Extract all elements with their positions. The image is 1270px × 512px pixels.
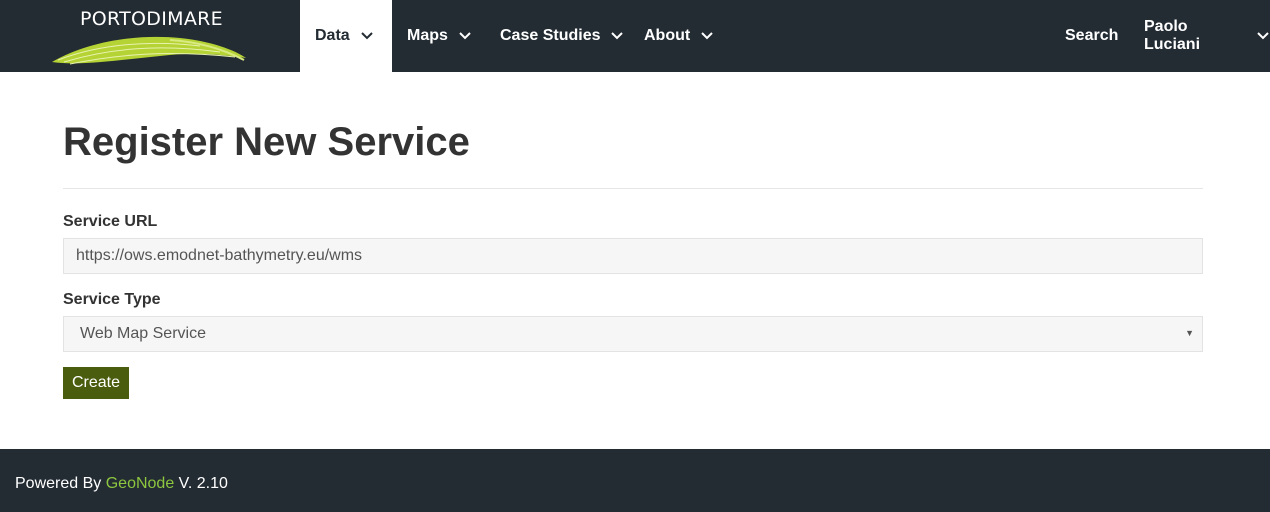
select-arrow-icon: ▼ — [1185, 328, 1194, 338]
footer-version: V. 2.10 — [174, 475, 228, 492]
footer-prefix: Powered By — [15, 475, 106, 492]
nav-case-studies-label: Case Studies — [500, 27, 601, 44]
site-logo-link[interactable]: PORTODIMARE — [0, 0, 300, 72]
nav-search-label: Search — [1065, 27, 1119, 44]
nav-search[interactable]: Search — [1065, 0, 1118, 72]
chevron-down-icon — [458, 31, 472, 41]
service-url-label: Service URL — [63, 213, 158, 230]
nav-maps[interactable]: Maps — [407, 0, 472, 72]
title-divider — [63, 188, 1203, 189]
service-type-select[interactable]: Web Map Service ▼ — [63, 316, 1203, 352]
nav-about[interactable]: About — [644, 0, 714, 72]
chevron-down-icon — [610, 31, 624, 41]
service-type-label: Service Type — [63, 291, 161, 308]
brand-wave-logo-icon — [52, 36, 246, 65]
chevron-down-icon — [360, 31, 374, 41]
geonode-link[interactable]: GeoNode — [106, 475, 175, 492]
nav-maps-label: Maps — [407, 27, 448, 44]
footer: Powered By GeoNode V. 2.10 — [0, 449, 1270, 512]
top-navbar: PORTODIMARE Data Maps Case Studies About — [0, 0, 1270, 72]
nav-about-label: About — [644, 27, 691, 44]
service-type-selected-value: Web Map Service — [80, 325, 206, 342]
page-title: Register New Service — [63, 120, 470, 164]
nav-data-label: Data — [315, 27, 350, 44]
nav-data[interactable]: Data — [300, 0, 392, 72]
brand-name: PORTODIMARE — [80, 8, 223, 30]
service-url-input[interactable] — [63, 238, 1203, 274]
create-button[interactable]: Create — [63, 367, 129, 399]
nav-user-menu[interactable]: Paolo Luciani — [1144, 0, 1270, 72]
footer-text: Powered By GeoNode V. 2.10 — [15, 475, 228, 493]
nav-case-studies[interactable]: Case Studies — [500, 0, 624, 72]
chevron-down-icon — [700, 31, 714, 41]
nav-user-label: Paolo Luciani — [1144, 18, 1201, 53]
chevron-down-icon — [1256, 31, 1270, 41]
